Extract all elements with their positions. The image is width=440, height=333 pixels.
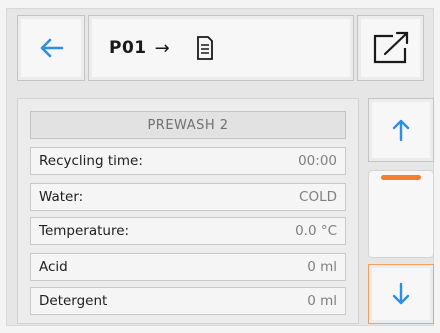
list-item[interactable]: Recycling time: 00:00	[30, 147, 346, 175]
document-icon	[196, 36, 213, 60]
row-value: 0.0 °C	[295, 223, 337, 239]
row-label: Recycling time:	[39, 153, 143, 169]
section-title: PREWASH 2	[30, 111, 346, 139]
back-button[interactable]	[17, 15, 85, 81]
row-label: Temperature:	[39, 223, 130, 239]
list-item[interactable]: Acid 0 ml	[30, 253, 346, 281]
row-label: Detergent	[39, 293, 108, 309]
exit-arrow-icon	[373, 31, 408, 64]
scroll-down-button[interactable]	[368, 264, 434, 324]
program-label: P01	[109, 38, 147, 58]
row-label: Acid	[39, 259, 68, 275]
row-label: Water:	[39, 189, 84, 205]
row-value: 0 ml	[307, 259, 337, 275]
arrow-left-icon	[40, 38, 64, 58]
exit-button[interactable]	[357, 15, 424, 81]
program-arrow: →	[154, 37, 170, 59]
scrollbar-track[interactable]	[368, 170, 434, 258]
arrow-up-icon	[392, 119, 410, 142]
list-item[interactable]: Detergent 0 ml	[30, 287, 346, 315]
list-item[interactable]: Water: COLD	[30, 183, 346, 211]
scrollbar-thumb[interactable]	[381, 175, 421, 180]
arrow-down-icon	[392, 282, 410, 305]
parameter-list: PREWASH 2 Recycling time: 00:00 Water: C…	[17, 98, 359, 324]
scroll-up-button[interactable]	[368, 98, 434, 162]
row-value: COLD	[299, 189, 337, 205]
row-value: 0 ml	[307, 293, 337, 309]
program-bar[interactable]: P01 →	[88, 15, 354, 81]
list-item[interactable]: Temperature: 0.0 °C	[30, 217, 346, 245]
row-value: 00:00	[298, 153, 337, 169]
